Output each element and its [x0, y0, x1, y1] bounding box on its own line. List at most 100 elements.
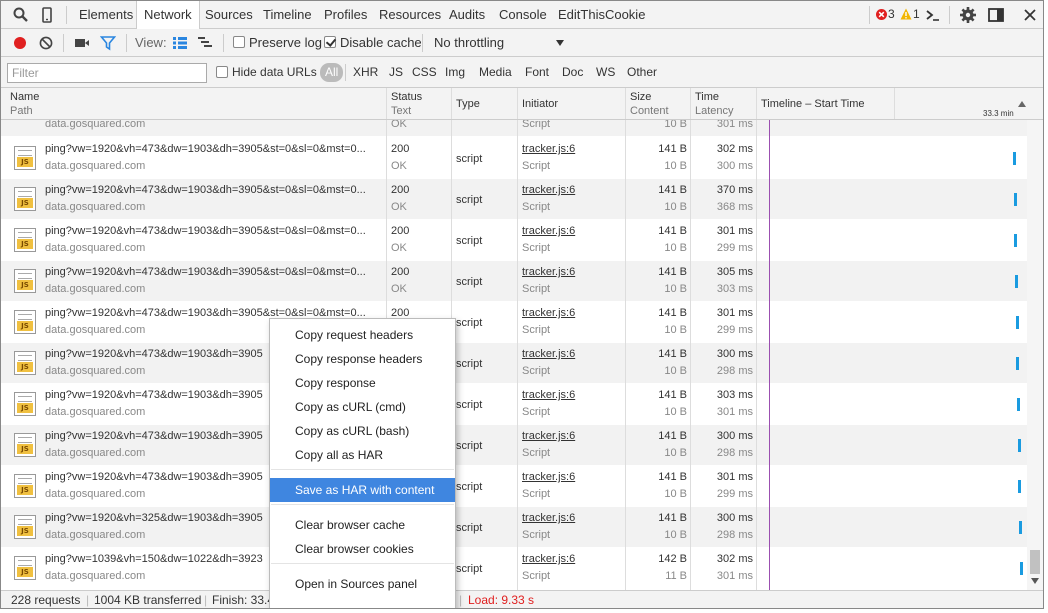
menu-item-copy-response-headers[interactable]: Copy response headers [270, 347, 455, 371]
disable-cache-checkbox[interactable] [324, 36, 336, 48]
column-type[interactable]: Type [456, 88, 511, 120]
filter-type-font[interactable]: Font [525, 57, 549, 88]
filter-type-js[interactable]: JS [389, 57, 403, 88]
menu-item-save-as-har-with-content[interactable]: Save as HAR with content [270, 478, 455, 502]
menu-item-clear-browser-cache[interactable]: Clear browser cache [270, 513, 455, 537]
menu-item-copy-request-headers[interactable]: Copy request headers [270, 323, 455, 347]
row-time: 301 ms [716, 307, 753, 319]
menu-item-copy-response[interactable]: Copy response [270, 371, 455, 395]
filter-type-doc[interactable]: Doc [562, 57, 583, 88]
preserve-log-label[interactable]: Preserve log [249, 29, 322, 56]
tab-network[interactable]: Network [136, 1, 200, 30]
clear-icon[interactable] [39, 36, 53, 50]
row-initiator-link[interactable]: tracker.js:6 [522, 348, 575, 360]
table-row[interactable]: JS ping?vw=1920&vh=473&dw=1903&dh=3905 dat… [1, 425, 1027, 466]
table-row[interactable]: JS ping?vw=1039&vh=150&dw=1022&dh=3923 dat… [1, 548, 1027, 589]
filter-input[interactable] [7, 63, 207, 83]
table-row[interactable]: JS ping?vw=1920&vh=473&dw=1903&dh=3905 dat… [1, 343, 1027, 384]
table-row[interactable]: JS ping?vw=1920&vh=473&dw=1903&dh=3905&st… [1, 261, 1027, 302]
row-initiator-link[interactable]: tracker.js:6 [522, 307, 575, 319]
menu-item-clear-browser-cookies[interactable]: Clear browser cookies [270, 537, 455, 561]
filter-type-other[interactable]: Other [627, 57, 657, 88]
warning-count[interactable]: 1 [913, 7, 920, 21]
tab-profiles[interactable]: Profiles [317, 1, 374, 29]
preserve-log-checkbox[interactable] [233, 36, 245, 48]
row-name[interactable]: ping?vw=1920&vh=473&dw=1903&dh=3905&st=0… [45, 266, 385, 278]
large-rows-icon[interactable] [172, 36, 188, 50]
close-icon[interactable] [1021, 6, 1039, 24]
column-initiator[interactable]: Initiator [522, 88, 622, 120]
scroll-down-arrow-icon[interactable] [1031, 578, 1039, 584]
throttling-value: No throttling [434, 35, 505, 50]
row-initiator-link[interactable]: tracker.js:6 [522, 143, 575, 155]
capture-screenshots-icon[interactable] [74, 36, 90, 50]
table-row[interactable]: JS ping?vw=1920&vh=473&dw=1903&dh=3905 dat… [1, 384, 1027, 425]
menu-item-cut-off[interactable] [270, 603, 455, 608]
inspect-element-icon[interactable] [12, 6, 30, 24]
dock-side-icon[interactable] [987, 6, 1005, 24]
filter-type-ws[interactable]: WS [596, 57, 615, 88]
tab-sources[interactable]: Sources [198, 1, 260, 29]
filter-type-xhr[interactable]: XHR [353, 57, 378, 88]
table-row[interactable]: JS ping?vw=1920&vh=473&dw=1903&dh=3905&st… [1, 302, 1027, 343]
row-name[interactable]: ping?vw=1920&vh=473&dw=1903&dh=3905&st=0… [45, 225, 385, 237]
error-count[interactable]: 3 [888, 7, 895, 21]
row-initiator-link[interactable]: tracker.js:6 [522, 184, 575, 196]
record-icon[interactable] [13, 36, 27, 50]
table-row[interactable]: JS ping?vw=1920&vh=473&dw=1903&dh=3905&st… [1, 138, 1027, 179]
column-timeline[interactable]: Timeline – Start Time [761, 88, 891, 120]
row-initiator-link[interactable]: tracker.js:6 [522, 471, 575, 483]
filter-type-all[interactable]: All [320, 63, 344, 82]
sort-ascending-icon[interactable] [1017, 100, 1027, 108]
table-row[interactable]: JS ping?vw=1920&vh=325&dw=1903&dh=3905 dat… [1, 507, 1027, 548]
table-row[interactable]: JS ping?vw=1920&vh=473&dw=1903&dh=3905&st… [1, 220, 1027, 261]
table-row[interactable]: JS ping?vw=1920&vh=473&dw=1903&dh=3905&st… [1, 179, 1027, 220]
row-initiator-link[interactable]: tracker.js:6 [522, 553, 575, 565]
tab-resources[interactable]: Resources [372, 1, 448, 29]
throttling-select[interactable]: No throttling [429, 29, 569, 56]
row-name[interactable]: ping?vw=1920&vh=473&dw=1903&dh=3905&st=0… [45, 184, 385, 196]
js-badge: JS [17, 321, 33, 331]
table-row[interactable]: JS ping?vw=1920&vh=473&dw=1903&dh=3905 dat… [1, 466, 1027, 507]
hide-data-urls-label[interactable]: Hide data URLs [232, 57, 317, 88]
filter-icon[interactable] [100, 35, 116, 51]
row-initiator-link[interactable]: tracker.js:6 [522, 430, 575, 442]
menu-item-copy-as-curl-cmd[interactable]: Copy as cURL (cmd) [270, 395, 455, 419]
filter-type-img[interactable]: Img [445, 57, 465, 88]
disable-cache-label[interactable]: Disable cache [340, 29, 422, 56]
menu-item-open-in-sources-panel[interactable]: Open in Sources panel [270, 572, 455, 596]
device-mode-icon[interactable] [38, 6, 56, 24]
warning-icon[interactable] [900, 8, 912, 20]
timeline-bar [1014, 234, 1018, 247]
filter-type-media[interactable]: Media [479, 57, 512, 88]
column-time[interactable]: Time Latency [695, 88, 750, 120]
settings-gear-icon[interactable] [959, 6, 977, 24]
table-row[interactable]: data.gosquared.com OK Script 10 B 301 ms [1, 120, 1027, 137]
scrollbar-thumb[interactable] [1030, 550, 1040, 574]
row-initiator-link[interactable]: tracker.js:6 [522, 266, 575, 278]
row-initiator-link[interactable]: tracker.js:6 [522, 512, 575, 524]
row-initiator-type: Script [522, 120, 551, 130]
filter-type-css[interactable]: CSS [412, 57, 437, 88]
column-status[interactable]: Status Text [391, 88, 446, 120]
column-name[interactable]: Name Path [10, 88, 380, 120]
row-name[interactable]: ping?vw=1920&vh=473&dw=1903&dh=3905&st=0… [45, 143, 385, 155]
menu-item-copy-all-as-har[interactable]: Copy all as HAR [270, 443, 455, 467]
tab-audits[interactable]: Audits [442, 1, 492, 29]
tab-console[interactable]: Console [492, 1, 554, 29]
tab-elements[interactable]: Elements [72, 1, 140, 29]
script-file-icon: JS [14, 474, 36, 498]
tab-timeline[interactable]: Timeline [256, 1, 319, 29]
column-timeline-label: Timeline – Start Time [761, 98, 865, 110]
row-initiator-link[interactable]: tracker.js:6 [522, 225, 575, 237]
console-drawer-icon[interactable] [924, 6, 942, 24]
column-size[interactable]: Size Content [630, 88, 685, 120]
row-initiator-link[interactable]: tracker.js:6 [522, 389, 575, 401]
vertical-scrollbar[interactable] [1027, 120, 1043, 590]
hide-data-urls-checkbox[interactable] [216, 66, 228, 78]
tab-editthiscookie[interactable]: EditThisCookie [551, 1, 652, 29]
error-icon[interactable] [876, 9, 887, 20]
row-initiator-type: Script [522, 406, 551, 418]
menu-item-copy-as-curl-bash[interactable]: Copy as cURL (bash) [270, 419, 455, 443]
overview-waterfall-icon[interactable] [197, 36, 213, 50]
